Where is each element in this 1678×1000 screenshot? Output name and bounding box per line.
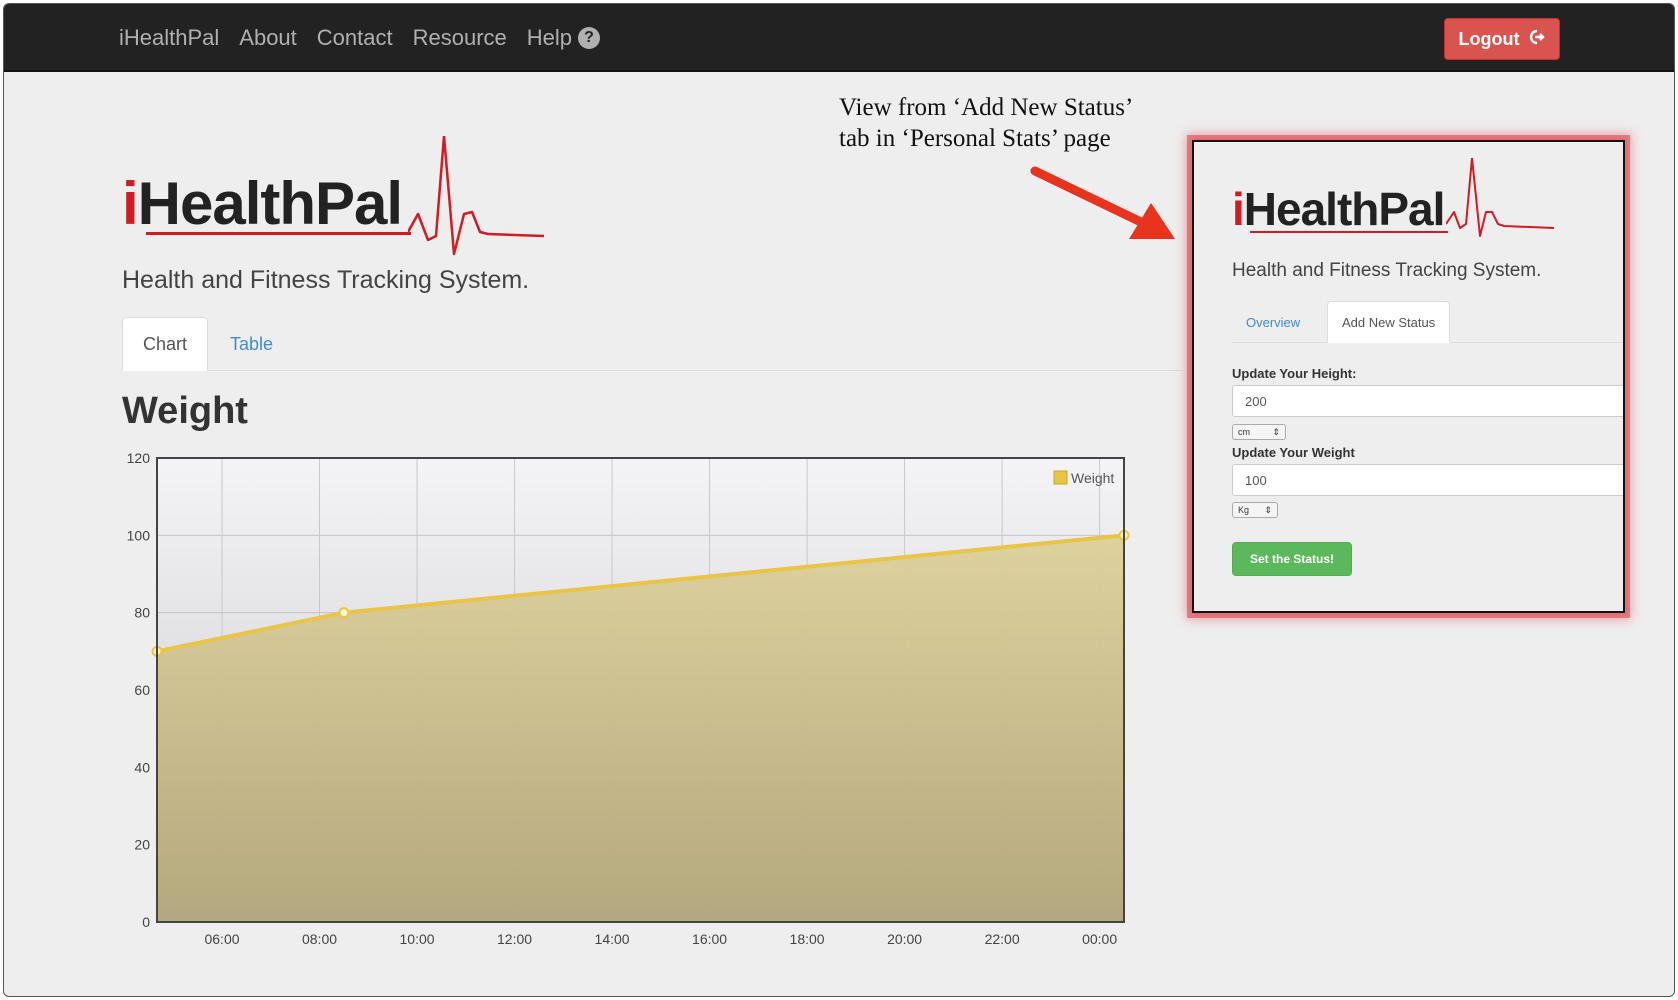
chart-x-tick-label: 12:00 [497,931,532,947]
logo-wordmark: iHealthPal [122,174,403,234]
nav-links: iHealthPal About Contact Resource Help ? [119,4,601,72]
annotation-note: View from ‘Add New Status’ tab in ‘Perso… [839,92,1133,154]
question-circle-icon: ? [578,27,601,49]
logout-button[interactable]: Logout [1444,18,1560,60]
inset-logo-tagline: Health and Fitness Tracking System. [1232,260,1542,281]
inset-logo-prefix: i [1232,183,1245,235]
annotation-line-1: View from ‘Add New Status’ [839,94,1134,121]
chart-y-tick-label: 60 [134,682,150,698]
nav-link-help[interactable]: Help ? [526,25,601,51]
inset-tabs: Overview Add New Status [1232,301,1623,343]
logout-label: Logout [1458,28,1520,49]
red-arrow-icon [1030,166,1175,239]
chart-legend-label: Weight [1071,470,1114,486]
inset-screenshot: iHealthPal Health and Fitness Tracking S… [1192,140,1625,613]
chart-x-tick-label: 10:00 [400,931,435,947]
height-unit-value: cm [1238,427,1250,437]
chart-point-weight [338,607,350,619]
chart-x-tick-label: 08:00 [302,931,337,947]
inset-logo-wordmark: iHealthPal [1232,183,1446,235]
top-navbar: iHealthPal About Contact Resource Help ?… [4,4,1674,72]
chart-y-tick-label: 100 [127,527,151,543]
chart-x-tick-label: 06:00 [204,931,239,947]
main-logo: iHealthPal [122,174,403,234]
chart-x-tick-label: 22:00 [985,931,1020,947]
inset-logo-underline [1250,231,1448,233]
nav-link-about[interactable]: About [239,25,297,51]
inset-logo-text: HealthPal [1243,183,1446,235]
chart-layer: 0 20 40 60 80 100 120 06:00 08:00 10:00 12:00 14:00… [127,450,1130,947]
chart-y-tick-label: 80 [134,605,150,621]
inset-logo: iHealthPal [1232,183,1446,235]
tab-chart[interactable]: Chart [122,317,209,371]
height-input[interactable] [1232,385,1623,417]
height-label: Update Your Height: [1232,366,1357,381]
nav-link-help-label: Help [526,25,573,50]
weight-input[interactable] [1232,464,1623,496]
select-arrows-icon: ⇕ [1272,426,1280,437]
nav-link-resource[interactable]: Resource [413,25,507,51]
set-status-button[interactable]: Set the Status! [1232,542,1352,576]
chart-x-tick-label: 20:00 [887,931,922,947]
view-tabs: Chart Table [122,317,1182,371]
logo-prefix: i [122,170,139,237]
logo-text: HealthPal [137,170,403,237]
weight-chart: 0 20 40 60 80 100 120 06:00 08:00 10:00 12:00 14:00… [127,450,1130,947]
browser-window: iHealthPal About Contact Resource Help ?… [3,3,1675,997]
logo-tagline: Health and Fitness Tracking System. [122,266,530,294]
height-unit-select[interactable]: cm ⇕ [1232,424,1286,440]
inset-tab-add-new-status[interactable]: Add New Status [1327,301,1451,343]
section-title: Weight [122,390,248,432]
inset-tab-overview[interactable]: Overview [1232,301,1314,343]
weight-unit-select[interactable]: Kg ⇕ [1232,502,1278,518]
chart-x-tick-label: 18:00 [790,931,825,947]
chart-y-tick-label: 20 [134,837,150,853]
chart-y-tick-label: 0 [142,914,150,930]
inset-heartbeat-line-icon [1446,158,1555,237]
chart-legend-swatch [1053,470,1068,485]
chart-x-tick-label: 16:00 [692,931,727,947]
logo-underline [146,232,411,235]
chart-y-tick-label: 40 [134,759,150,775]
nav-brand-link[interactable]: iHealthPal [119,25,219,51]
sign-out-icon [1527,28,1546,51]
annotation-line-2: tab in ‘Personal Stats’ page [839,125,1111,152]
weight-unit-value: Kg [1238,505,1250,515]
tab-table[interactable]: Table [210,317,293,371]
chart-x-tick-label: 00:00 [1082,931,1117,947]
heartbeat-line-icon [408,136,545,256]
weight-label: Update Your Weight [1232,445,1355,460]
chart-y-tick-label: 120 [127,450,151,466]
select-arrows-icon: ⇕ [1264,504,1272,515]
chart-x-tick-label: 14:00 [595,931,630,947]
nav-link-contact[interactable]: Contact [317,25,393,51]
